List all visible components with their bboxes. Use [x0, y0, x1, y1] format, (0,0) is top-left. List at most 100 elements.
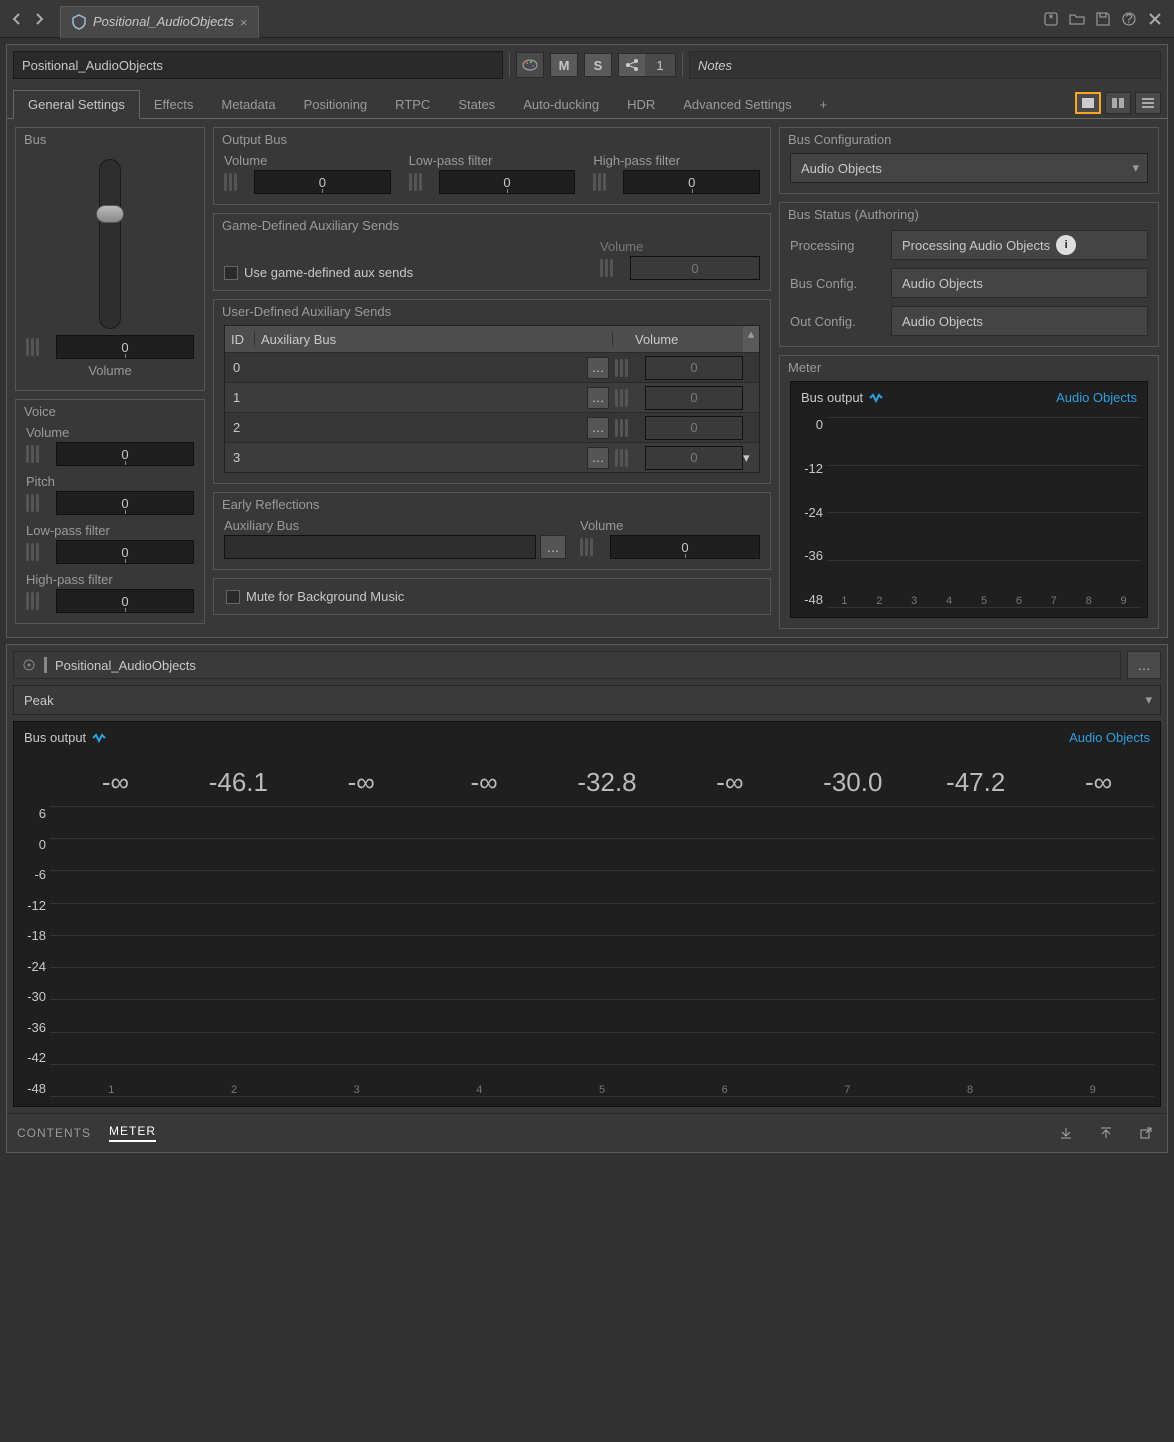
link-icon[interactable] — [593, 171, 621, 193]
aux-volume-field: 0 — [645, 446, 743, 470]
object-header: Positional_AudioObjects M S 1 Notes — [7, 45, 1167, 85]
solo-button[interactable]: S — [584, 53, 612, 77]
voice-volume-label: Volume — [26, 425, 194, 440]
voice-pitch-field[interactable]: 0 — [56, 491, 194, 515]
meter-mode-select[interactable]: Peak — [13, 685, 1161, 715]
bus-volume-slider[interactable] — [99, 159, 121, 329]
scroll-up-button[interactable]: ▴ — [743, 326, 759, 352]
help-button[interactable]: ? — [1116, 6, 1142, 32]
tab-general-settings[interactable]: General Settings — [13, 90, 140, 119]
voice-volume-field[interactable]: 0 — [56, 442, 194, 466]
mute-bg-group: Mute for Background Music — [213, 578, 771, 615]
link-icon[interactable] — [409, 171, 437, 193]
voice-hpf-field[interactable]: 0 — [56, 589, 194, 613]
save-button[interactable] — [1090, 6, 1116, 32]
nav-back-button[interactable] — [6, 8, 28, 30]
mute-bg-checkbox[interactable] — [226, 590, 240, 604]
meter-small-left[interactable]: Bus output — [801, 390, 863, 405]
link-icon[interactable] — [26, 336, 54, 358]
buscfg-label: Bus Config. — [790, 276, 885, 291]
aux-browse-button[interactable]: … — [587, 387, 609, 409]
processing-value: Processing Audio Objectsi — [891, 230, 1148, 260]
mute-button[interactable]: M — [550, 53, 578, 77]
tab-positioning[interactable]: Positioning — [290, 91, 382, 118]
pin-button[interactable]: * — [1038, 6, 1064, 32]
link-icon[interactable] — [26, 492, 54, 514]
view-single-button[interactable] — [1075, 92, 1101, 114]
svg-text:?: ? — [1125, 11, 1132, 26]
color-picker-button[interactable] — [516, 52, 544, 78]
meter-small-right[interactable]: Audio Objects — [1056, 390, 1137, 405]
meter-group: Meter Bus output Audio Objects 0-12-24-3… — [779, 355, 1159, 629]
meter-large-chart: 60-6-12-18-24-30-36-42-48 123456789 — [14, 802, 1160, 1106]
tab-states[interactable]: States — [444, 91, 509, 118]
solo-label: S — [594, 58, 603, 73]
voice-lpf-label: Low-pass filter — [26, 523, 194, 538]
link-icon[interactable] — [26, 541, 54, 563]
tab-auto-ducking[interactable]: Auto-ducking — [509, 91, 613, 118]
object-icon — [71, 14, 87, 30]
bottom-object-field[interactable]: Positional_AudioObjects — [13, 651, 1121, 679]
open-button[interactable] — [1064, 6, 1090, 32]
early-bus-browse-button[interactable]: … — [540, 535, 566, 559]
popout-button[interactable] — [1135, 1122, 1157, 1144]
close-window-button[interactable] — [1142, 6, 1168, 32]
footer-tab-contents[interactable]: CONTENTS — [17, 1126, 91, 1140]
notes-field[interactable]: Notes — [689, 51, 1161, 79]
aux-browse-button[interactable]: … — [587, 447, 609, 469]
nav-forward-button[interactable] — [28, 8, 50, 30]
dock-up-button[interactable] — [1095, 1122, 1117, 1144]
link-icon[interactable] — [26, 443, 54, 465]
meter-bar: 5 — [967, 591, 1002, 607]
tab-metadata[interactable]: Metadata — [207, 91, 289, 118]
footer-tab-meter[interactable]: METER — [109, 1124, 156, 1142]
aux-browse-button[interactable]: … — [587, 417, 609, 439]
meter-bar: 1 — [827, 591, 862, 607]
view-split-button[interactable] — [1105, 92, 1131, 114]
view-list-button[interactable] — [1135, 92, 1161, 114]
aux-volume-field: 0 — [645, 416, 743, 440]
aux-browse-button[interactable]: … — [587, 357, 609, 379]
share-button[interactable]: 1 — [618, 53, 676, 77]
object-name-field[interactable]: Positional_AudioObjects — [13, 51, 503, 79]
early-vol-field[interactable]: 0 — [610, 535, 760, 559]
bottom-browse-button[interactable]: … — [1127, 651, 1161, 679]
meter-bar: 3 — [897, 591, 932, 607]
wave-icon — [92, 733, 108, 743]
meter-large-left[interactable]: Bus output — [24, 730, 86, 745]
outbus-lpf-field[interactable]: 0 — [439, 170, 576, 194]
link-icon[interactable] — [580, 536, 608, 558]
tab-advanced-settings[interactable]: Advanced Settings — [669, 91, 805, 118]
outbus-hpf-field[interactable]: 0 — [623, 170, 760, 194]
document-tab[interactable]: Positional_AudioObjects × — [60, 6, 259, 38]
bus-volume-field[interactable]: 0 — [56, 335, 194, 359]
tab-rtpc[interactable]: RTPC — [381, 91, 444, 118]
meter-bar: 6 — [663, 1080, 786, 1096]
tab-add[interactable]: + — [806, 91, 842, 118]
early-title: Early Reflections — [222, 497, 760, 512]
link-icon[interactable] — [26, 590, 54, 612]
aux-volume-field: 0 — [645, 386, 743, 410]
tab-effects[interactable]: Effects — [140, 91, 208, 118]
bus-config-select[interactable]: Audio Objects — [790, 153, 1148, 183]
aux-row: 3 … 0 ▾ — [225, 442, 759, 472]
outbus-volume-field[interactable]: 0 — [254, 170, 391, 194]
bus-volume-label: Volume — [88, 363, 131, 378]
tab-hdr[interactable]: HDR — [613, 91, 669, 118]
meter-large-right[interactable]: Audio Objects — [1069, 730, 1150, 745]
dock-down-button[interactable] — [1055, 1122, 1077, 1144]
mute-bg-label: Mute for Background Music — [246, 589, 404, 604]
meter-value: -∞ — [668, 767, 791, 798]
info-icon[interactable]: i — [1056, 235, 1076, 255]
uds-title: User-Defined Auxiliary Sends — [222, 304, 760, 319]
output-bus-group: Output Bus Volume 0 Low-pass filter 0 Hi… — [213, 127, 771, 205]
voice-lpf-field[interactable]: 0 — [56, 540, 194, 564]
meter-small-panel: Bus output Audio Objects 0-12-24-36-48 1… — [790, 381, 1148, 618]
notes-placeholder: Notes — [698, 58, 732, 73]
scroll-down-button[interactable]: ▾ — [743, 450, 759, 466]
aux-row-id: 3 — [225, 450, 255, 465]
use-game-defined-checkbox[interactable] — [224, 266, 238, 280]
early-bus-field[interactable] — [224, 535, 536, 559]
close-icon[interactable]: × — [240, 15, 248, 30]
link-icon[interactable] — [224, 171, 252, 193]
